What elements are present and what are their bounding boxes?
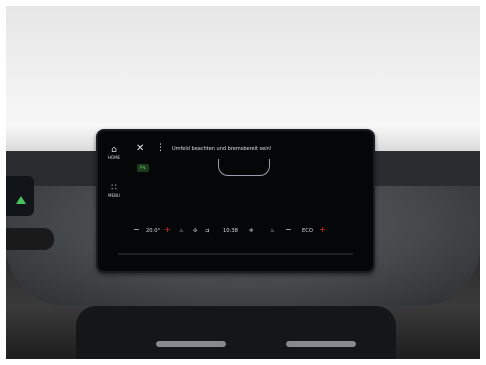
home-label: HOME bbox=[107, 155, 121, 160]
close-button[interactable]: ✕ bbox=[136, 144, 144, 154]
close-icon: ✕ bbox=[136, 143, 145, 154]
menu-button[interactable]: ∷ MENU bbox=[98, 183, 130, 198]
home-button[interactable]: ⌂ HOME bbox=[98, 145, 130, 160]
clock-text: 10:38 bbox=[223, 228, 238, 234]
instrument-cluster bbox=[6, 176, 34, 216]
temp-right-minus-button[interactable]: − bbox=[285, 226, 292, 234]
more-options-button[interactable]: ⋮ bbox=[156, 143, 165, 153]
photo-frame: ⌂ HOME ∷ MENU ✕ ⋮ Umfeld beachten und br… bbox=[6, 6, 480, 359]
climate-bar: − 20.0° + ♨ ✣ ⇉ 10:38 ❄ ♨ − ECO + bbox=[133, 224, 371, 240]
fan-icon[interactable]: ✣ bbox=[193, 228, 197, 235]
temp-left-value: 20.0° bbox=[146, 228, 161, 234]
temp-right-plus-button[interactable]: + bbox=[319, 226, 326, 234]
notification-text: Umfeld beachten und bremsbereit sein! bbox=[172, 146, 272, 152]
air-vent bbox=[76, 306, 396, 359]
menu-label: MENU bbox=[108, 193, 120, 198]
steering-stalk bbox=[6, 228, 54, 250]
eco-mode-label[interactable]: ECO bbox=[302, 228, 313, 235]
climate-icon[interactable]: ❄ bbox=[249, 228, 253, 235]
more-vertical-icon: ⋮ bbox=[156, 143, 165, 153]
seat-heat-left-icon[interactable]: ♨ bbox=[179, 228, 184, 235]
park-charge-badge: P↯ bbox=[137, 164, 149, 172]
airflow-icon[interactable]: ⇉ bbox=[205, 228, 209, 235]
side-bar: ⌂ HOME ∷ MENU bbox=[98, 131, 130, 271]
temp-left-minus-button[interactable]: − bbox=[133, 226, 140, 234]
temp-left-plus-button[interactable]: + bbox=[164, 226, 171, 234]
nav-arrow-icon bbox=[16, 196, 26, 204]
seat-heat-right-icon[interactable]: ♨ bbox=[270, 228, 275, 235]
car-outline-graphic bbox=[218, 159, 270, 176]
apps-grid-icon: ∷ bbox=[111, 183, 117, 193]
vent-slot-left bbox=[156, 341, 226, 347]
vent-slot-right bbox=[286, 341, 356, 347]
screen-bezel-line bbox=[118, 253, 353, 255]
infotainment-screen: ⌂ HOME ∷ MENU ✕ ⋮ Umfeld beachten und br… bbox=[96, 129, 375, 273]
home-icon: ⌂ bbox=[111, 145, 117, 155]
